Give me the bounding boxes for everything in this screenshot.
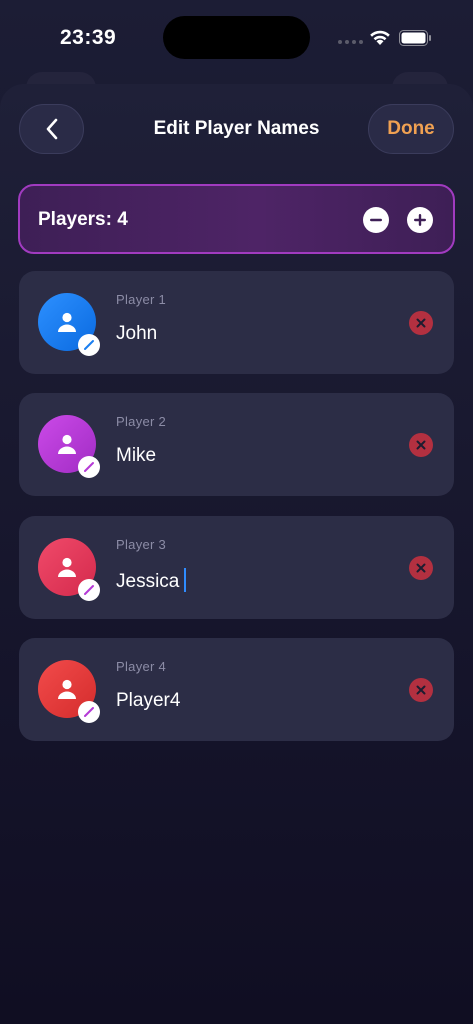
player-name-input[interactable]: Player4 — [116, 690, 180, 712]
delete-player-button[interactable] — [409, 556, 433, 580]
close-icon — [416, 440, 426, 450]
pencil-icon — [84, 585, 94, 595]
player-label: Player 3 — [116, 537, 167, 552]
status-time: 23:39 — [60, 26, 117, 49]
text-cursor — [184, 568, 187, 592]
delete-player-button[interactable] — [409, 433, 433, 457]
player-label: Player 1 — [116, 292, 167, 307]
battery-icon — [399, 30, 431, 46]
player-name-input[interactable]: Mike — [116, 445, 156, 467]
close-icon — [416, 563, 426, 573]
edit-avatar-button[interactable] — [78, 579, 100, 601]
player-card: Player 1 John — [19, 271, 454, 374]
close-icon — [416, 685, 426, 695]
player-name-input[interactable]: John — [116, 323, 157, 345]
remove-player-button[interactable] — [363, 207, 389, 233]
delete-player-button[interactable] — [409, 678, 433, 702]
person-icon — [58, 434, 76, 454]
player-label: Player 2 — [116, 414, 167, 429]
cellular-signal-icon — [338, 40, 363, 44]
edit-avatar-button[interactable] — [78, 701, 100, 723]
status-bar: 23:39 — [0, 0, 473, 78]
navigation-bar: Edit Player Names Done — [0, 104, 473, 154]
pencil-icon — [84, 462, 94, 472]
pencil-icon — [84, 340, 94, 350]
players-count-label: Players: 4 — [38, 209, 128, 230]
player-card: Player 2 Mike — [19, 393, 454, 496]
players-count-bar: Players: 4 — [18, 184, 455, 254]
player-name-input[interactable]: Jessica — [116, 568, 187, 593]
plus-icon — [414, 214, 426, 226]
player-label: Player 4 — [116, 659, 167, 674]
person-icon — [58, 557, 76, 577]
player-card: Player 4 Player4 — [19, 638, 454, 741]
close-icon — [416, 318, 426, 328]
edit-avatar-button[interactable] — [78, 334, 100, 356]
dynamic-island — [163, 16, 310, 59]
minus-icon — [370, 218, 382, 222]
person-icon — [58, 679, 76, 699]
add-player-button[interactable] — [407, 207, 433, 233]
delete-player-button[interactable] — [409, 311, 433, 335]
done-button[interactable]: Done — [368, 104, 454, 154]
player-card: Player 3 Jessica — [19, 516, 454, 619]
person-icon — [58, 312, 76, 332]
wifi-icon — [370, 30, 390, 45]
pencil-icon — [84, 707, 94, 717]
edit-avatar-button[interactable] — [78, 456, 100, 478]
player-name-text: Jessica — [116, 571, 180, 592]
